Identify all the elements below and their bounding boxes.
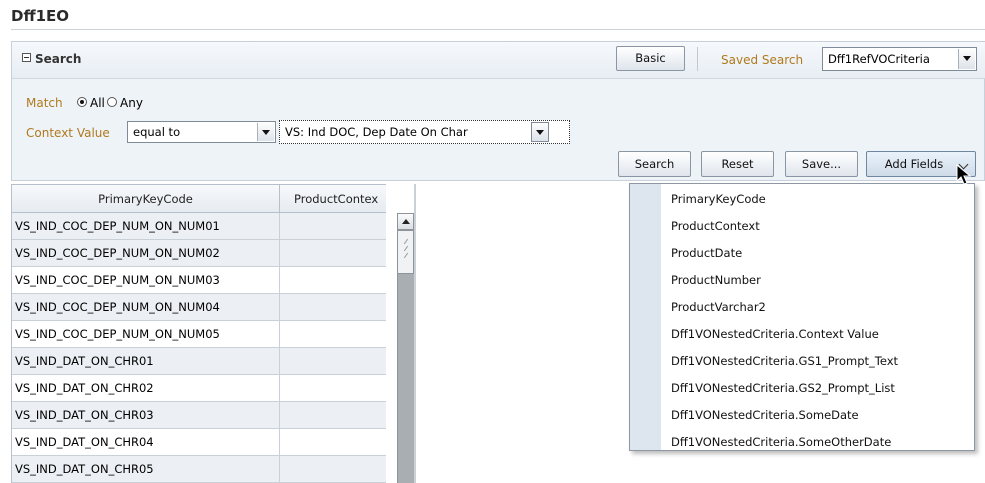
chevron-down-icon[interactable]: [958, 49, 975, 69]
menu-item[interactable]: ProductVarchar2: [671, 300, 766, 314]
table-row[interactable]: VS_IND_DAT_ON_CHR04: [12, 429, 386, 456]
menu-gutter: [630, 184, 661, 450]
column-header-productcontext[interactable]: ProductContex: [280, 185, 386, 213]
saved-search-select[interactable]: Dff1RefVOCriteria: [822, 47, 977, 71]
add-fields-menu: PrimaryKeyCode ProductContext ProductDat…: [629, 183, 975, 451]
menu-item[interactable]: Dff1VONestedCriteria.SomeDate: [671, 408, 859, 422]
grip-line: [403, 238, 409, 245]
match-all-radio[interactable]: [77, 97, 87, 107]
scroll-up-icon[interactable]: [397, 213, 414, 230]
menu-item[interactable]: PrimaryKeyCode: [671, 192, 766, 206]
chevron-down-icon[interactable]: [257, 123, 274, 141]
context-value-select[interactable]: VS: Ind DOC, Dep Date On Char: [279, 120, 570, 144]
grip-line: [403, 245, 409, 252]
mouse-pointer-icon: [956, 164, 972, 185]
grip-line: [403, 252, 409, 259]
table-cell: VS_IND_COC_DEP_NUM_ON_NUM01: [12, 213, 280, 239]
toolbar-separator: [697, 47, 698, 71]
table-cell: VS_IND_DAT_ON_CHR04: [12, 429, 280, 455]
search-button[interactable]: Search: [618, 151, 691, 177]
add-fields-label: Add Fields: [884, 157, 944, 171]
reset-button[interactable]: Reset: [701, 151, 774, 177]
match-all-label: All: [90, 96, 105, 110]
table-row[interactable]: VS_IND_COC_DEP_NUM_ON_NUM05: [12, 321, 386, 348]
match-any-radio[interactable]: [107, 97, 117, 107]
scroll-thumb[interactable]: [397, 230, 414, 274]
table-row[interactable]: VS_IND_COC_DEP_NUM_ON_NUM03: [12, 267, 386, 294]
table-cell: VS_IND_DAT_ON_CHR03: [12, 402, 280, 428]
context-value-text: VS: Ind DOC, Dep Date On Char: [285, 125, 468, 139]
menu-item[interactable]: ProductContext: [671, 219, 760, 233]
collapse-minus-icon[interactable]: [22, 53, 31, 62]
context-value-label: Context Value: [26, 126, 110, 140]
table-row[interactable]: VS_IND_COC_DEP_NUM_ON_NUM02: [12, 240, 386, 267]
menu-item[interactable]: Dff1VONestedCriteria.GS1_Prompt_Text: [671, 354, 898, 368]
table-right-border: [414, 184, 416, 483]
menu-item[interactable]: Dff1VONestedCriteria.Context Value: [671, 327, 879, 341]
saved-search-label: Saved Search: [721, 53, 804, 67]
match-label: Match: [26, 96, 63, 110]
column-header-primarykeycode[interactable]: PrimaryKeyCode: [12, 185, 280, 213]
table-cell: VS_IND_COC_DEP_NUM_ON_NUM04: [12, 294, 280, 320]
table-row[interactable]: VS_IND_COC_DEP_NUM_ON_NUM04: [12, 294, 386, 321]
table-cell: VS_IND_COC_DEP_NUM_ON_NUM02: [12, 240, 280, 266]
table-cell: VS_IND_DAT_ON_CHR02: [12, 375, 280, 401]
operator-value: equal to: [133, 125, 181, 139]
table-row[interactable]: VS_IND_DAT_ON_CHR01: [12, 348, 386, 375]
search-panel-title: Search: [35, 52, 82, 66]
table-cell: VS_IND_DAT_ON_CHR01: [12, 348, 280, 374]
menu-item[interactable]: ProductNumber: [671, 273, 761, 287]
table-header: PrimaryKeyCode ProductContex: [12, 184, 386, 213]
table-cell: VS_IND_COC_DEP_NUM_ON_NUM05: [12, 321, 280, 347]
menu-item[interactable]: ProductDate: [671, 246, 742, 260]
operator-select[interactable]: equal to: [127, 121, 276, 143]
page-title: Dff1EO: [11, 7, 70, 25]
table-row[interactable]: VS_IND_COC_DEP_NUM_ON_NUM01: [12, 213, 386, 240]
title-divider: [11, 29, 985, 30]
table-row[interactable]: VS_IND_DAT_ON_CHR03: [12, 402, 386, 429]
basic-button[interactable]: Basic: [616, 46, 685, 71]
match-any-label: Any: [120, 96, 143, 110]
table-cell: VS_IND_DAT_ON_CHR05: [12, 456, 280, 482]
saved-search-value: Dff1RefVOCriteria: [828, 52, 930, 66]
save-button[interactable]: Save...: [785, 151, 858, 177]
chevron-down-icon[interactable]: [531, 122, 549, 142]
table-row[interactable]: VS_IND_DAT_ON_CHR05: [12, 456, 386, 483]
table-cell: VS_IND_COC_DEP_NUM_ON_NUM03: [12, 267, 280, 293]
table-row[interactable]: VS_IND_DAT_ON_CHR02: [12, 375, 386, 402]
menu-item[interactable]: Dff1VONestedCriteria.GS2_Prompt_List: [671, 381, 895, 395]
menu-item[interactable]: Dff1VONestedCriteria.SomeOtherDate: [671, 435, 891, 449]
